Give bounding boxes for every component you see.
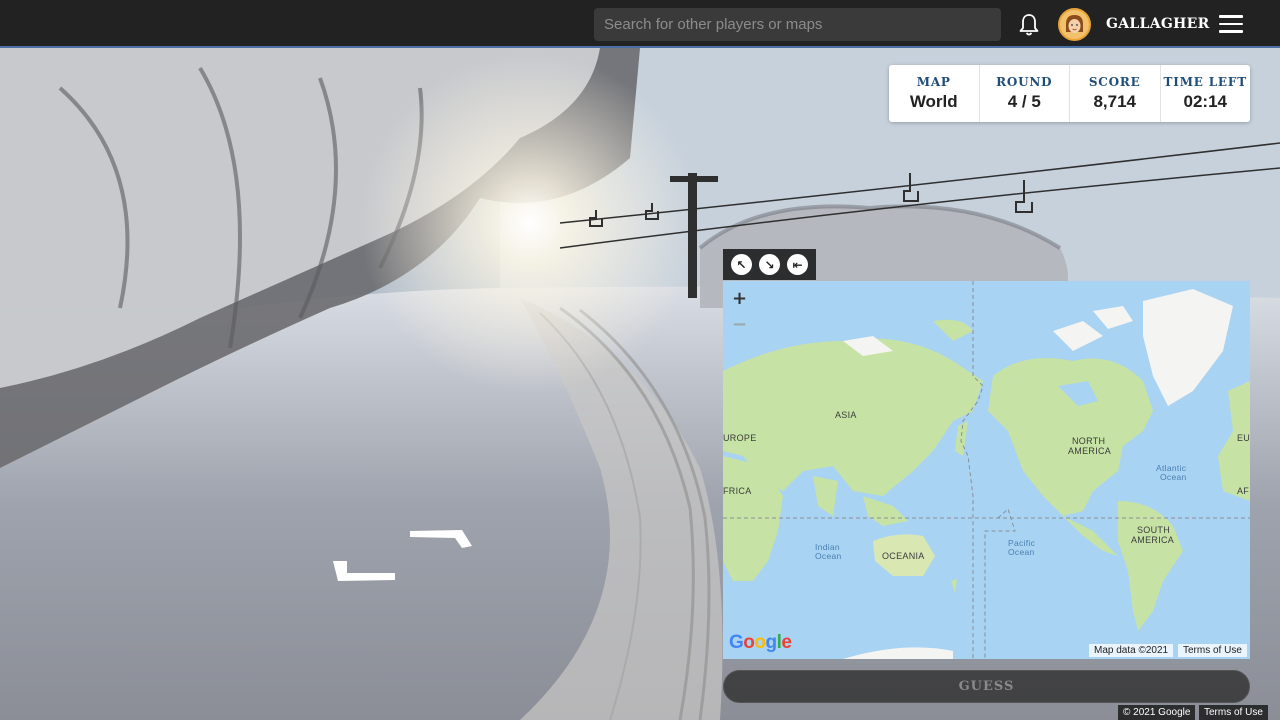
status-round-value: 4 / 5 (1007, 92, 1041, 111)
status-time-value: 02:14 (1183, 92, 1227, 111)
bell-icon[interactable] (1018, 13, 1040, 37)
map-label-north-america-1: NORTH (1072, 436, 1106, 446)
status-round-label: ROUND (996, 75, 1053, 89)
username[interactable]: GALLAGHER (1106, 16, 1210, 32)
map-label-asia: ASIA (835, 410, 857, 420)
map-label-south-america-1: SOUTH (1137, 525, 1170, 535)
map-label-indian-2: Ocean (815, 551, 842, 561)
shrink-map-icon[interactable]: ↘ (759, 254, 780, 275)
status-round: ROUND 4 / 5 (980, 65, 1070, 122)
status-map-label: MAP (916, 75, 951, 89)
map-size-controls: ↖ ↘ ⇤ (723, 249, 816, 280)
status-score: SCORE 8,714 (1070, 65, 1161, 122)
map-label-pacific-2: Ocean (1008, 547, 1035, 557)
map-label-north-america-2: AMERICA (1068, 446, 1112, 456)
expand-map-icon[interactable]: ↖ (731, 254, 752, 275)
guess-map[interactable]: + − ASIA UROPE FRICA NORTH AMERICA SOUTH… (723, 281, 1250, 659)
zoom-out-button[interactable]: − (732, 314, 747, 335)
avatar-face-icon (1060, 10, 1089, 39)
map-data-attribution: Map data ©2021 (1089, 644, 1174, 657)
zoom-in-button[interactable]: + (732, 288, 747, 309)
google-logo: Google (729, 632, 792, 653)
map-label-south-america-2: AMERICA (1131, 535, 1175, 545)
footer-copyright: © 2021 Google (1118, 705, 1196, 720)
status-map-value: World (909, 92, 958, 111)
map-terms-link[interactable]: Terms of Use (1178, 644, 1247, 657)
footer-terms-link[interactable]: Terms of Use (1199, 705, 1268, 720)
map-label-oceania: OCEANIA (882, 551, 925, 561)
pin-map-icon[interactable]: ⇤ (787, 254, 808, 275)
game-status-panel: MAP World ROUND 4 / 5 SCORE 8,714 TIME L… (889, 65, 1250, 122)
status-score-label: SCORE (1088, 75, 1141, 89)
avatar[interactable] (1058, 8, 1091, 41)
status-score-value: 8,714 (1093, 92, 1137, 111)
map-label-africa: FRICA (723, 486, 752, 496)
map-label-europe: UROPE (723, 433, 757, 443)
status-time-label: TIME LEFT (1163, 75, 1247, 89)
guess-button[interactable]: GUESS (723, 670, 1250, 703)
map-label-atlantic-2: Ocean (1160, 472, 1187, 482)
map-label-eu-right: EU (1237, 433, 1250, 443)
top-navigation-bar: GALLAGHER (0, 0, 1280, 48)
player-map-search-input[interactable] (594, 8, 1001, 41)
status-time-left: TIME LEFT 02:14 (1161, 65, 1251, 122)
map-label-af-right: AF (1237, 486, 1250, 496)
hamburger-menu-icon[interactable] (1219, 15, 1243, 35)
status-map: MAP World (889, 65, 980, 122)
